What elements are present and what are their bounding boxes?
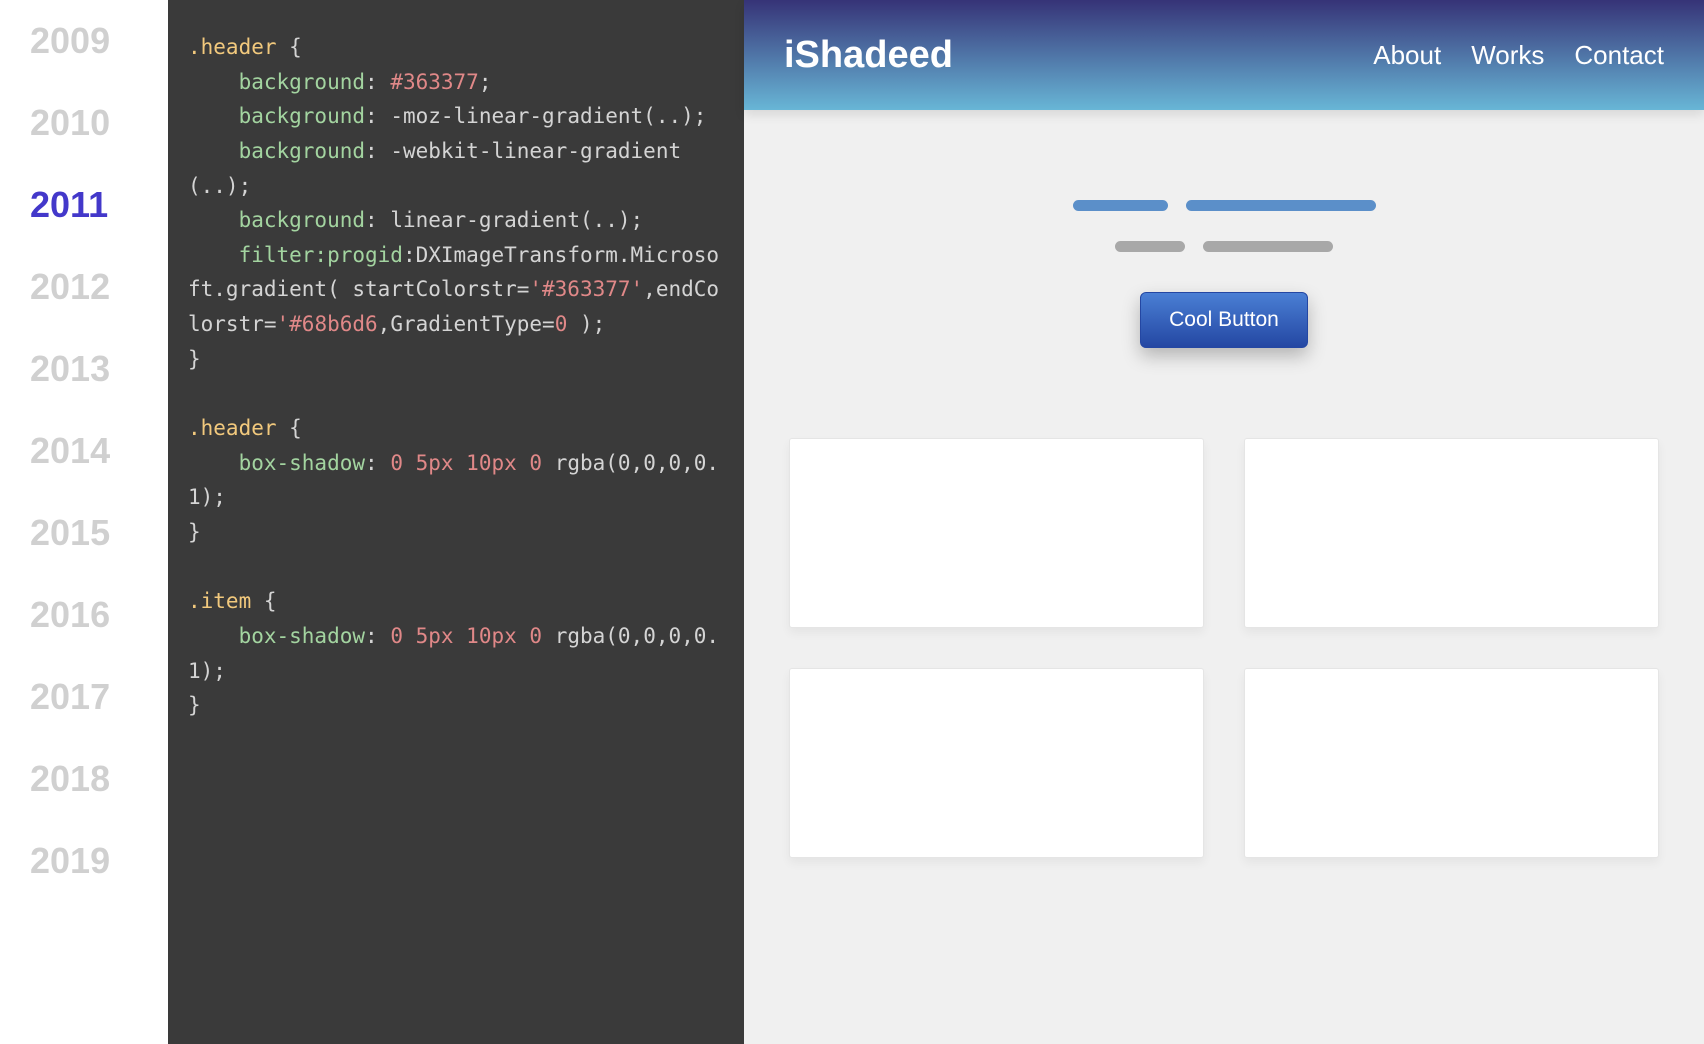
nav-contact[interactable]: Contact: [1574, 40, 1664, 71]
timeline-year-2013[interactable]: 2013: [0, 328, 168, 410]
code-line: background: linear-gradient(..);: [188, 203, 724, 238]
timeline-year-2014[interactable]: 2014: [0, 410, 168, 492]
cool-button[interactable]: Cool Button: [1140, 292, 1308, 348]
timeline-year-2009[interactable]: 2009: [0, 0, 168, 82]
placeholder-bar: [1203, 241, 1333, 252]
card-item: [1244, 438, 1659, 628]
code-line: }: [188, 342, 724, 377]
code-panel: .header { background: #363377; backgroun…: [168, 0, 744, 1044]
nav-works[interactable]: Works: [1471, 40, 1544, 71]
nav: About Works Contact: [1373, 40, 1664, 71]
timeline-year-2017[interactable]: 2017: [0, 656, 168, 738]
hero-placeholder-text: [784, 200, 1664, 252]
timeline-year-2019[interactable]: 2019: [0, 820, 168, 902]
code-line: background: -moz-linear-gradient(..);: [188, 99, 724, 134]
code-line: [188, 550, 724, 585]
card-item: [789, 668, 1204, 858]
code-block-header-1: .header {: [188, 30, 724, 65]
nav-about[interactable]: About: [1373, 40, 1441, 71]
preview-panel: iShadeed About Works Contact Cool Button: [744, 0, 1704, 1044]
preview-header: iShadeed About Works Contact: [744, 0, 1704, 110]
cards-grid: [744, 408, 1704, 888]
card-item: [1244, 668, 1659, 858]
timeline-sidebar: 2009 2010 2011 2012 2013 2014 2015 2016 …: [0, 0, 168, 1044]
code-line: [188, 376, 724, 411]
code-block-header-2: .header {: [188, 411, 724, 446]
placeholder-row: [1073, 200, 1376, 211]
code-line: background: -webkit-linear-gradient(..);: [188, 134, 724, 203]
code-line: }: [188, 688, 724, 723]
timeline-year-2018[interactable]: 2018: [0, 738, 168, 820]
timeline-year-2012[interactable]: 2012: [0, 246, 168, 328]
code-block-item: .item {: [188, 584, 724, 619]
placeholder-row: [1115, 241, 1333, 252]
timeline-year-2015[interactable]: 2015: [0, 492, 168, 574]
code-line: background: #363377;: [188, 65, 724, 100]
hero-section: Cool Button: [744, 110, 1704, 408]
placeholder-bar: [1186, 200, 1376, 211]
code-line: }: [188, 515, 724, 550]
code-line: box-shadow: 0 5px 10px 0 rgba(0,0,0,0.1)…: [188, 446, 724, 515]
placeholder-bar: [1115, 241, 1185, 252]
timeline-year-2011[interactable]: 2011: [0, 164, 168, 246]
timeline-year-2016[interactable]: 2016: [0, 574, 168, 656]
card-item: [789, 438, 1204, 628]
code-line: box-shadow: 0 5px 10px 0 rgba(0,0,0,0.1)…: [188, 619, 724, 688]
brand-logo[interactable]: iShadeed: [784, 34, 953, 77]
placeholder-bar: [1073, 200, 1168, 211]
timeline-year-2010[interactable]: 2010: [0, 82, 168, 164]
code-line-filter: filter:progid:DXImageTransform.Microsoft…: [188, 238, 724, 342]
